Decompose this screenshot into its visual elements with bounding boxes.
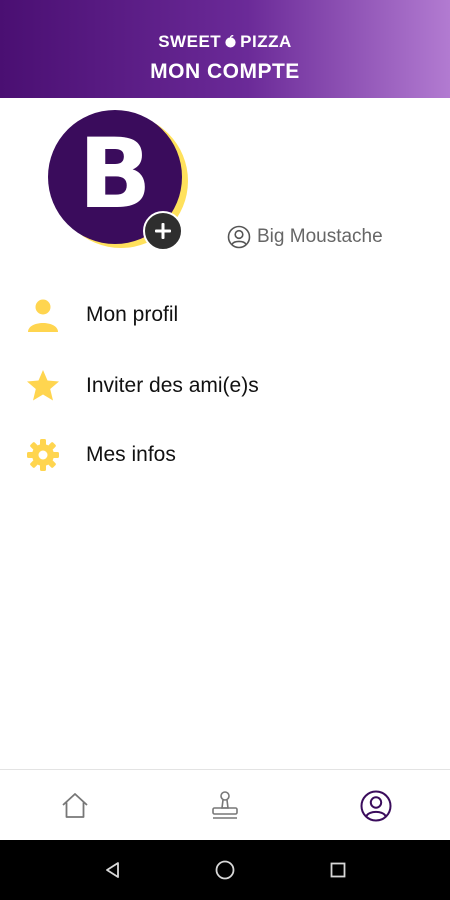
nav-stamp-button[interactable] (205, 786, 245, 826)
system-home-button[interactable] (213, 858, 237, 882)
home-icon (62, 793, 88, 818)
menu-item-label: Mes infos (86, 443, 176, 466)
stamp-icon (212, 791, 238, 819)
add-photo-button[interactable] (143, 211, 183, 251)
home-circle-icon (215, 860, 235, 880)
system-back-button[interactable] (101, 858, 125, 882)
person-icon (24, 296, 62, 334)
menu-item-label: Mon profil (86, 303, 179, 326)
system-nav-bar (0, 840, 450, 900)
app-header: SWEET PIZZA MON COMPTE (0, 0, 450, 98)
apple-icon (225, 35, 236, 48)
brand-name-right: PIZZA (240, 32, 292, 51)
username-row: Big Moustache (227, 224, 383, 250)
star-icon (24, 367, 62, 405)
menu-item-mes-infos[interactable]: Mes infos (0, 427, 450, 483)
brand-logo: SWEET PIZZA (0, 33, 450, 51)
bottom-nav (0, 769, 450, 840)
gear-icon (24, 436, 62, 474)
menu-item-inviter[interactable]: Inviter des ami(e)s (0, 358, 450, 414)
username-label: Big Moustache (257, 226, 383, 247)
plus-icon (155, 223, 171, 239)
back-triangle-icon (106, 862, 119, 878)
menu-item-mon-profil[interactable]: Mon profil (0, 287, 450, 343)
nav-account-button[interactable] (356, 786, 396, 826)
account-icon (360, 790, 392, 822)
user-circle-icon (227, 225, 251, 249)
nav-home-button[interactable] (55, 786, 95, 826)
page-title: MON COMPTE (150, 60, 300, 83)
system-recents-button[interactable] (326, 858, 350, 882)
recents-square-icon (330, 862, 346, 878)
brand-name-left: SWEET (158, 32, 222, 51)
menu-item-label: Inviter des ami(e)s (86, 374, 259, 397)
